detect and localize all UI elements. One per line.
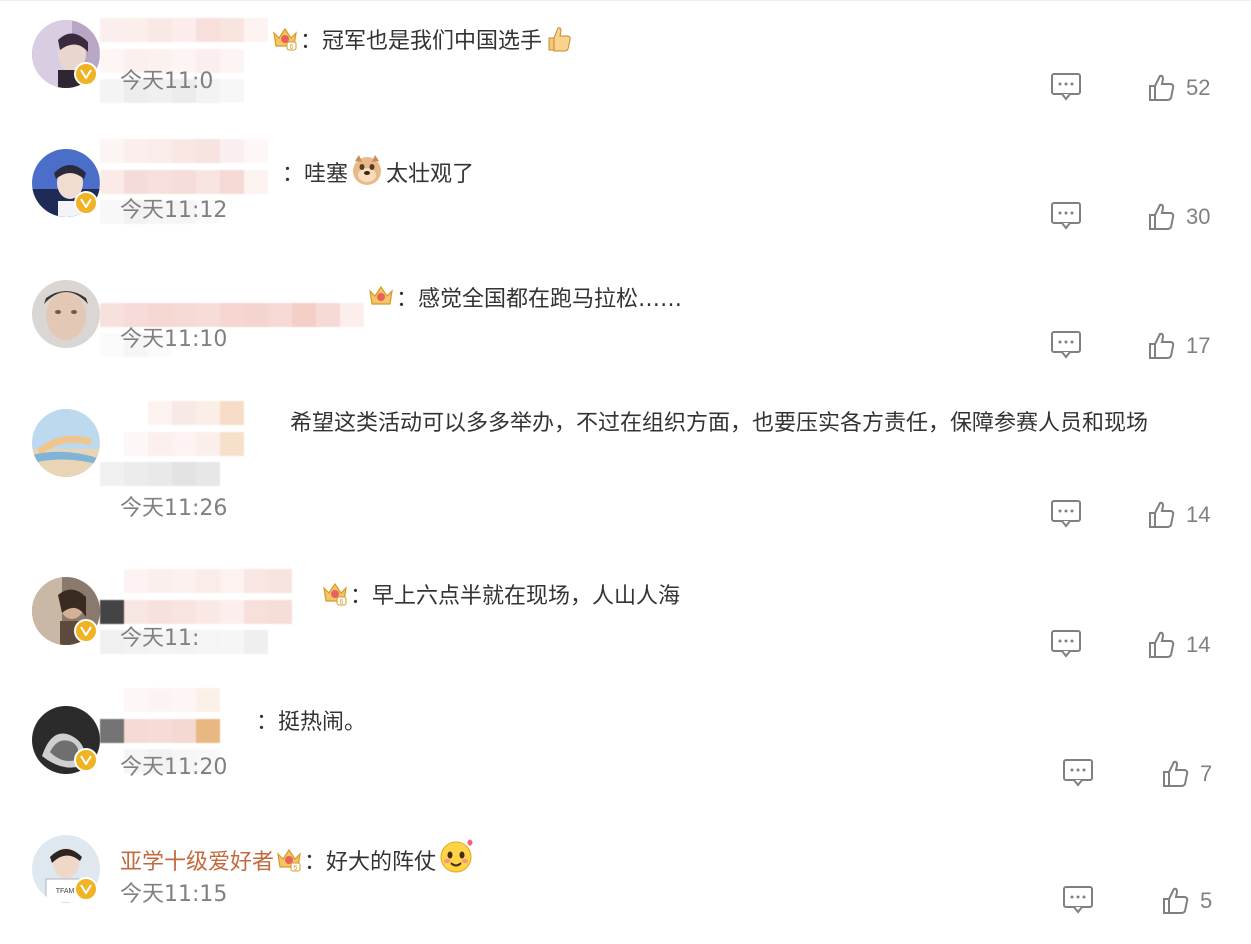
comment-item: ：挺热闹。 今天11:20 7 bbox=[0, 686, 1251, 815]
comment-content: ：挺热闹。 bbox=[256, 710, 367, 735]
like-count: 5 bbox=[1200, 888, 1213, 913]
thumbs-up-outline-icon bbox=[1148, 631, 1176, 659]
reply-button[interactable] bbox=[1050, 72, 1082, 102]
avatar[interactable] bbox=[32, 149, 104, 221]
reply-button[interactable] bbox=[1062, 885, 1094, 915]
comment-item: ：哇塞 太壮观了 今天11:12 30 bbox=[0, 129, 1251, 258]
comment-content: ：早上六点半就在现场，人山人海 bbox=[350, 584, 681, 609]
comment-time: 今天11:15 bbox=[120, 882, 228, 907]
comment-text: ：哇塞 太壮观了 bbox=[282, 153, 474, 190]
blurred-username bbox=[100, 18, 268, 110]
crown-badge-icon[interactable]: 5 bbox=[275, 845, 303, 873]
comment-item: TFAMI 亚学十级爱好者 5 ：好大的阵仗 今天11:15 5 bbox=[0, 815, 1251, 944]
thumbs-up-outline-icon bbox=[1148, 501, 1176, 529]
avatar[interactable] bbox=[32, 706, 104, 778]
comment-text: 6 ：冠军也是我们中国选手 bbox=[270, 24, 576, 57]
comment-time: 今天11:20 bbox=[120, 755, 228, 780]
like-button[interactable]: 7 bbox=[1162, 758, 1212, 790]
thumbs-up-outline-icon bbox=[1162, 760, 1190, 788]
svg-text:6: 6 bbox=[290, 44, 294, 51]
like-count: 7 bbox=[1200, 761, 1213, 786]
avatar[interactable]: TFAMI bbox=[32, 835, 104, 907]
like-button[interactable]: 52 bbox=[1148, 72, 1210, 104]
reply-button[interactable] bbox=[1050, 330, 1082, 360]
comment-text: 6 ：早上六点半就在现场，人山人海 bbox=[320, 579, 680, 612]
reply-button[interactable] bbox=[1050, 499, 1082, 529]
avatar[interactable] bbox=[32, 577, 104, 649]
blurred-username bbox=[100, 401, 244, 493]
crown-badge-icon[interactable]: 6 bbox=[271, 24, 299, 52]
comment-content: ：感觉全国都在跑马拉松…… bbox=[396, 287, 683, 312]
comment-text: ：感觉全国都在跑马拉松…… bbox=[366, 282, 682, 315]
thumbs-up-outline-icon bbox=[1148, 332, 1176, 360]
doge-emoji-icon bbox=[350, 153, 384, 187]
reply-button[interactable] bbox=[1050, 629, 1082, 659]
comment-content-after: 太壮观了 bbox=[386, 162, 475, 187]
comment-text: 希望这类活动可以多多举办，不过在组织方面，也要压实各方责任，保障参赛人员和现场 bbox=[290, 409, 1148, 439]
comment-content: ：哇塞 bbox=[282, 162, 349, 187]
comment-time: 今天11:26 bbox=[120, 496, 228, 521]
thumbs-up-outline-icon bbox=[1148, 74, 1176, 102]
comment-item: 希望这类活动可以多多举办，不过在组织方面，也要压实各方责任，保障参赛人员和现场 … bbox=[0, 387, 1251, 528]
svg-text:6: 6 bbox=[340, 599, 344, 606]
like-button[interactable]: 14 bbox=[1148, 499, 1210, 531]
comment-content: ：好大的阵仗 bbox=[304, 850, 437, 875]
comment-item: 6 ：冠军也是我们中国选手 今天11:0 52 bbox=[0, 0, 1251, 129]
like-button[interactable]: 30 bbox=[1148, 201, 1210, 233]
blush-emoji-icon bbox=[438, 837, 476, 875]
comment-time: 今天11:10 bbox=[120, 327, 228, 352]
crown-badge-icon[interactable] bbox=[367, 282, 395, 310]
like-button[interactable]: 17 bbox=[1148, 330, 1210, 362]
like-button[interactable]: 5 bbox=[1162, 885, 1212, 917]
comment-time: 今天11:12 bbox=[120, 198, 228, 223]
like-button[interactable]: 14 bbox=[1148, 629, 1210, 661]
verified-v-icon bbox=[74, 877, 98, 901]
like-count: 14 bbox=[1186, 632, 1211, 657]
like-count: 52 bbox=[1186, 75, 1211, 100]
svg-text:5: 5 bbox=[294, 865, 298, 872]
like-count: 17 bbox=[1186, 333, 1211, 358]
verified-v-icon bbox=[74, 191, 98, 215]
comment-time: 今天11: bbox=[120, 626, 200, 651]
comment-item: 6 ：早上六点半就在现场，人山人海 今天11: 14 bbox=[0, 557, 1251, 686]
avatar[interactable] bbox=[32, 20, 104, 92]
verified-v-icon bbox=[74, 748, 98, 772]
thumbs-up-outline-icon bbox=[1148, 203, 1176, 231]
crown-badge-icon[interactable]: 6 bbox=[321, 579, 349, 607]
verified-v-icon bbox=[74, 619, 98, 643]
username-link[interactable]: 亚学十级爱好者 bbox=[120, 850, 274, 875]
comment-item: ：感觉全国都在跑马拉松…… 今天11:10 17 bbox=[0, 258, 1251, 387]
reply-button[interactable] bbox=[1050, 201, 1082, 231]
like-count: 14 bbox=[1186, 502, 1211, 527]
comment-content: 希望这类活动可以多多举办，不过在组织方面，也要压实各方责任，保障参赛人员和现场 bbox=[290, 411, 1149, 436]
avatar-image bbox=[32, 280, 100, 348]
avatar[interactable] bbox=[32, 280, 104, 352]
reply-button[interactable] bbox=[1062, 758, 1094, 788]
comment-time: 今天11:0 bbox=[120, 69, 214, 94]
comment-text: 亚学十级爱好者 5 ：好大的阵仗 bbox=[120, 837, 478, 878]
comment-text: ：挺热闹。 bbox=[256, 708, 366, 738]
comment-content: ：冠军也是我们中国选手 bbox=[300, 29, 543, 54]
thumbs-up-emoji-icon bbox=[544, 24, 574, 54]
avatar[interactable] bbox=[32, 409, 104, 481]
thumbs-up-outline-icon bbox=[1162, 887, 1190, 915]
avatar-image bbox=[32, 409, 100, 477]
verified-v-icon bbox=[74, 62, 98, 86]
like-count: 30 bbox=[1186, 204, 1211, 229]
